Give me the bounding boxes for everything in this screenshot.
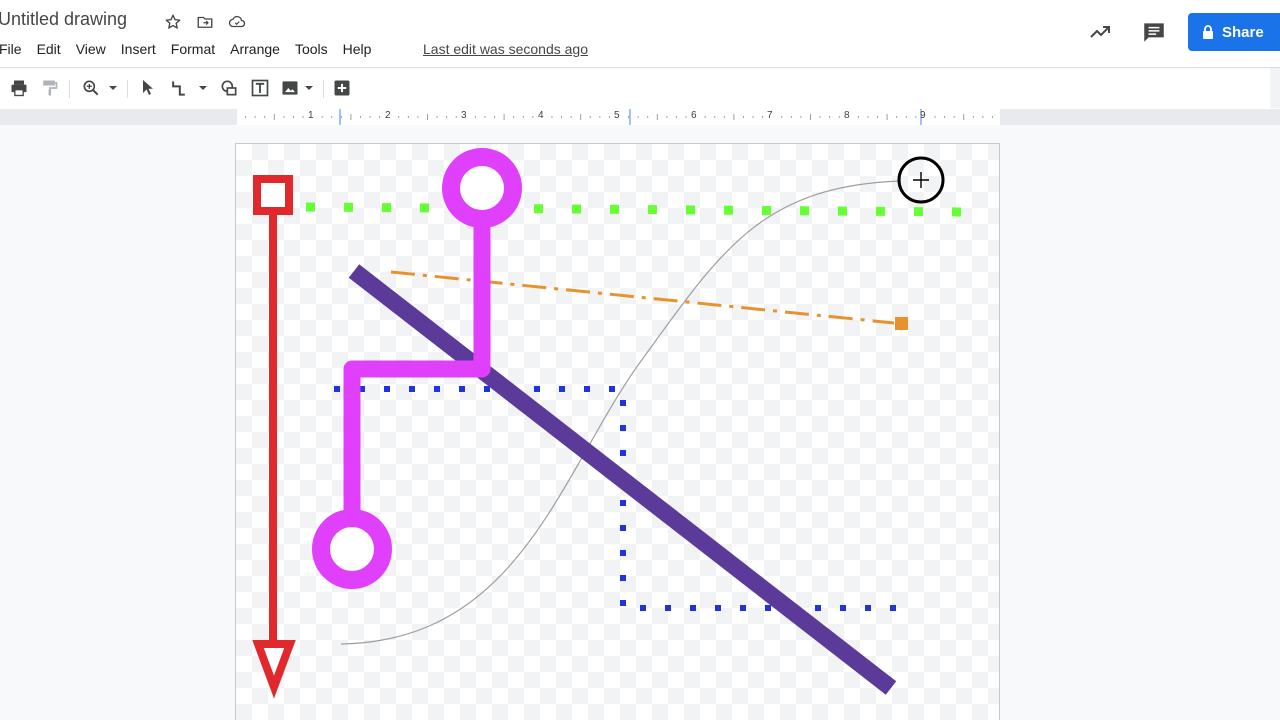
- red-arrowhead: [252, 640, 296, 699]
- shape-icon[interactable]: [218, 76, 240, 100]
- image-icon[interactable]: [279, 76, 301, 100]
- title-actions: [163, 12, 247, 32]
- ruler-label: 9: [920, 110, 926, 121]
- gray-curve-line: [340, 180, 902, 645]
- line-icon[interactable]: [168, 76, 190, 100]
- magenta-elbow-connector: [343, 213, 491, 511]
- toolbar: [0, 67, 1280, 109]
- menu-format[interactable]: Format: [171, 41, 215, 57]
- share-button[interactable]: Share: [1188, 13, 1280, 51]
- print-icon[interactable]: [8, 76, 30, 100]
- chevron-down-icon[interactable]: [302, 76, 316, 100]
- activity-dashboard-icon[interactable]: [1087, 19, 1113, 45]
- menu-bar: File Edit View Insert Format Arrange Too…: [0, 41, 386, 57]
- add-icon[interactable]: [331, 76, 353, 100]
- paint-format-icon[interactable]: [38, 76, 60, 100]
- ruler-label: 6: [691, 110, 697, 121]
- ruler-label: 8: [844, 110, 850, 121]
- menu-arrange[interactable]: Arrange: [230, 41, 280, 57]
- drawing-canvas[interactable]: [235, 143, 1000, 720]
- last-edit-link[interactable]: Last edit was seconds ago: [423, 41, 588, 57]
- toolbar-scrollbar[interactable]: [1270, 68, 1280, 108]
- chevron-down-icon[interactable]: [196, 76, 210, 100]
- ruler-label: 1: [308, 110, 314, 121]
- red-square-endpoint: [253, 175, 293, 215]
- menu-file[interactable]: File: [0, 41, 22, 57]
- ruler-label: 5: [614, 110, 620, 121]
- orange-dash-dot-line: [390, 270, 895, 325]
- blue-dotted-elbow: [334, 386, 913, 611]
- green-dotted-line: [305, 202, 967, 217]
- menu-help[interactable]: Help: [343, 41, 372, 57]
- magenta-circle-top: [442, 148, 522, 228]
- document-title[interactable]: Untitled drawing: [0, 9, 127, 30]
- star-icon[interactable]: [163, 12, 183, 32]
- menu-edit[interactable]: Edit: [37, 41, 61, 57]
- select-icon[interactable]: [138, 76, 158, 100]
- magenta-circle-bottom: [312, 509, 392, 589]
- toolbar-divider: [323, 80, 324, 98]
- move-to-folder-icon[interactable]: [195, 12, 215, 32]
- horizontal-ruler[interactable]: 1 2 3 4 5 6 7 8 9: [237, 109, 1000, 125]
- toolbar-divider: [127, 80, 128, 98]
- comments-icon[interactable]: [1141, 19, 1167, 45]
- zoom-icon[interactable]: [80, 76, 102, 100]
- share-label: Share: [1222, 23, 1264, 41]
- ruler-label: 4: [538, 110, 544, 121]
- menu-insert[interactable]: Insert: [121, 41, 156, 57]
- ruler-label: 3: [461, 110, 467, 121]
- drawing-layer: [252, 148, 967, 699]
- lock-icon: [1202, 25, 1214, 39]
- text-box-icon[interactable]: [249, 76, 271, 100]
- chevron-down-icon[interactable]: [106, 76, 120, 100]
- purple-thick-line: [348, 264, 897, 695]
- menu-tools[interactable]: Tools: [295, 41, 328, 57]
- ruler-label: 2: [385, 110, 391, 121]
- ruler-label: 7: [767, 110, 773, 121]
- orange-square-endpoint: [895, 317, 908, 330]
- drawings-app: { "document": { "title": "Untitled drawi…: [0, 0, 1280, 720]
- menu-view[interactable]: View: [76, 41, 106, 57]
- cloud-saved-icon[interactable]: [227, 12, 247, 32]
- crosshair-cursor: [897, 156, 945, 204]
- toolbar-divider: [69, 80, 70, 98]
